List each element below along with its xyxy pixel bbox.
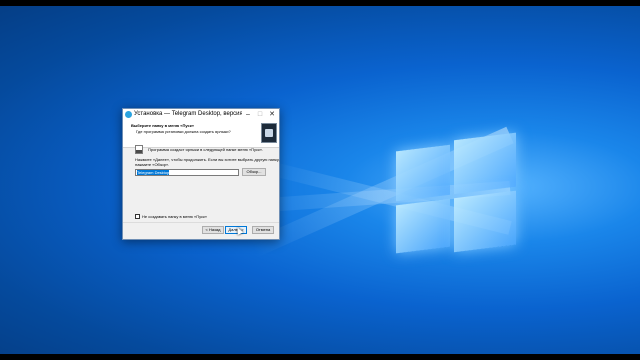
page-subtitle: Где программа установки должна создать я… [136, 129, 231, 134]
telegram-icon [125, 111, 132, 118]
browse-button[interactable]: Обзор... [242, 168, 266, 176]
wizard-header: Выберите папку в меню «Пуск» Где програм… [123, 120, 279, 148]
installer-icon [261, 123, 277, 143]
instruction-text-2: нажмите «Обзор». [135, 162, 170, 167]
windows-logo-pane [396, 144, 450, 202]
minimize-button[interactable]: – [242, 109, 254, 120]
info-text: Программа создаст ярлыки в следующей пап… [148, 147, 264, 152]
page-title: Выберите папку в меню «Пуск» [131, 123, 194, 128]
cancel-button[interactable]: Отмена [252, 226, 274, 234]
installer-dialog: Установка — Telegram Desktop, версия... … [122, 108, 280, 240]
letterbox-bottom [0, 354, 640, 360]
maximize-button[interactable]: □ [254, 109, 266, 120]
folder-input-value: Telegram Desktop [137, 170, 170, 175]
folder-icon [135, 145, 143, 154]
windows-logo [396, 123, 516, 262]
window-title: Установка — Telegram Desktop, версия... [134, 111, 242, 117]
windows-logo-pane [454, 190, 516, 253]
no-folder-checkbox[interactable] [135, 214, 140, 219]
start-menu-folder-input[interactable]: Telegram Desktop [135, 169, 239, 176]
title-bar[interactable]: Установка — Telegram Desktop, версия... … [123, 109, 279, 120]
close-button[interactable]: ✕ [266, 109, 278, 120]
no-folder-label: Не создавать папку в меню «Пуск» [142, 214, 208, 219]
windows-logo-pane [454, 132, 516, 195]
back-button[interactable]: < Назад [202, 226, 224, 234]
windows-logo-pane [396, 198, 450, 254]
footer-divider [123, 222, 279, 223]
desktop-background [0, 6, 640, 354]
